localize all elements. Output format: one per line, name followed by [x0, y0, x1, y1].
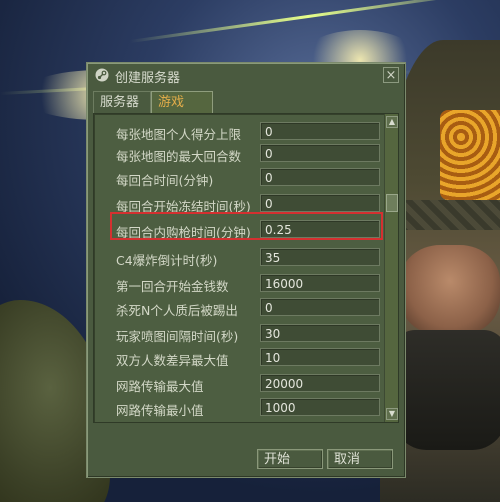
setting-label: 玩家喷图间隔时间(秒) [116, 329, 239, 344]
tab-server[interactable]: 服务器 [93, 91, 151, 113]
close-icon: × [385, 68, 397, 83]
setting-label: 网路传输最大值 [116, 379, 204, 394]
create-server-dialog: 创建服务器 × 服务器 游戏 每张地图个人得分上限 0 每张地图的最大回合数 0… [86, 62, 406, 478]
dialog-title: 创建服务器 [115, 71, 181, 86]
setting-input[interactable]: 16000 [260, 274, 380, 292]
setting-input[interactable]: 0 [260, 298, 380, 316]
setting-row: C4爆炸倒计时(秒) 35 [94, 248, 380, 268]
setting-label: 每张地图个人得分上限 [116, 127, 242, 142]
scroll-down-arrow-icon[interactable]: ▼ [386, 408, 398, 420]
light-streak [129, 0, 487, 43]
setting-label: 每回合时间(分钟) [116, 173, 214, 188]
setting-input[interactable]: 1000 [260, 398, 380, 416]
setting-row: 网路传输最大值 20000 [94, 374, 380, 394]
setting-input[interactable]: 0 [260, 194, 380, 212]
setting-label: 每张地图的最大回合数 [116, 149, 242, 164]
steam-icon [95, 68, 109, 82]
scroll-up-arrow-icon[interactable]: ▲ [386, 116, 398, 128]
cancel-button[interactable]: 取消 [327, 449, 393, 469]
setting-label: 第一回合开始金钱数 [116, 279, 229, 294]
setting-input[interactable]: 30 [260, 324, 380, 342]
soldier-goggles [440, 110, 500, 200]
setting-row: 网路传输最小值 1000 [94, 398, 380, 418]
setting-row: 每张地图的最大回合数 0 [94, 144, 380, 164]
dialog-titlebar[interactable]: 创建服务器 × [87, 63, 405, 87]
start-button[interactable]: 开始 [257, 449, 323, 469]
soldier-face [400, 245, 500, 335]
setting-label: 网路传输最小值 [116, 403, 204, 418]
setting-input[interactable]: 0 [260, 168, 380, 186]
close-button[interactable]: × [383, 67, 399, 83]
setting-row: 每张地图个人得分上限 0 [94, 122, 380, 142]
soldier-headband [400, 200, 500, 230]
setting-input[interactable]: 20000 [260, 374, 380, 392]
setting-label: C4爆炸倒计时(秒) [116, 253, 218, 268]
setting-label: 杀死N个人质后被踢出 [116, 303, 238, 318]
setting-label: 每回合开始冻结时间(秒) [116, 199, 251, 214]
setting-label: 双方人数差异最大值 [116, 353, 229, 368]
setting-input[interactable]: 0 [260, 122, 380, 140]
tab-game[interactable]: 游戏 [151, 91, 213, 113]
game-settings-panel: 每张地图个人得分上限 0 每张地图的最大回合数 0 每回合时间(分钟) 0 每回… [93, 113, 399, 423]
scrollbar-thumb[interactable] [386, 194, 398, 212]
soldier-mask [392, 330, 500, 450]
setting-row: 第一回合开始金钱数 16000 [94, 274, 380, 294]
setting-input[interactable]: 0.25 [260, 220, 380, 238]
setting-row: 杀死N个人质后被踢出 0 [94, 298, 380, 318]
setting-row-buy-time: 每回合内购枪时间(分钟) 0.25 [94, 220, 380, 240]
setting-row: 玩家喷图间隔时间(秒) 30 [94, 324, 380, 344]
setting-label: 每回合内购枪时间(分钟) [116, 225, 251, 240]
setting-input[interactable]: 10 [260, 348, 380, 366]
setting-row: 每回合开始冻结时间(秒) 0 [94, 194, 380, 214]
setting-input[interactable]: 35 [260, 248, 380, 266]
setting-input[interactable]: 0 [260, 144, 380, 162]
vertical-scrollbar[interactable]: ▲ ▼ [384, 114, 398, 422]
setting-row: 双方人数差异最大值 10 [94, 348, 380, 368]
setting-row: 每回合时间(分钟) 0 [94, 168, 380, 188]
